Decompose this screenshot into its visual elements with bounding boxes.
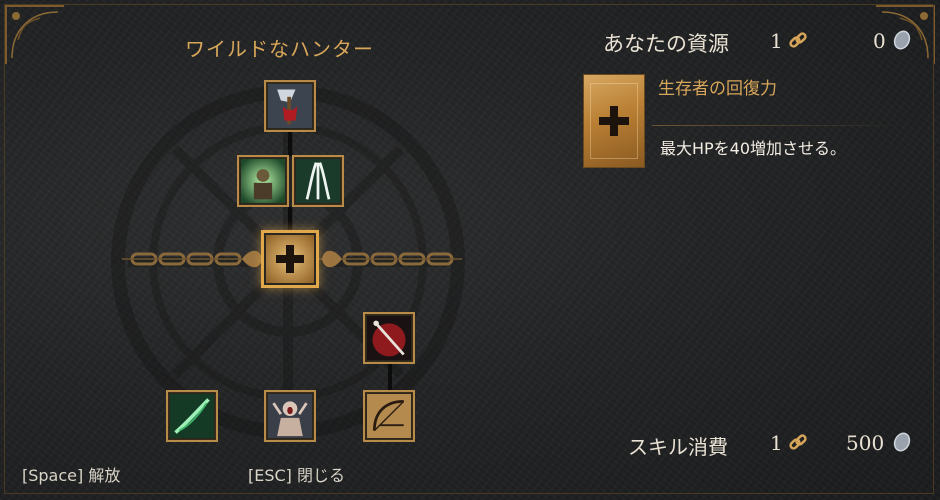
resources-skill-points: 1	[770, 29, 783, 53]
selected-skill-description: 最大HPを40増加させる。	[660, 139, 847, 158]
white-claws-icon	[296, 159, 340, 203]
skill-node-screaming-beast[interactable]	[264, 390, 316, 442]
skill-node-green-bow[interactable]	[166, 390, 218, 442]
skill-cost-label: スキル消費	[628, 435, 728, 459]
screaming-figure-icon	[268, 394, 312, 438]
resources-label: あなたの資源	[603, 32, 729, 56]
chain-link-icon	[789, 434, 807, 450]
connector-line	[288, 130, 292, 156]
red-arrow-icon	[367, 316, 411, 360]
unlock-hint[interactable]: [Space] 解放	[22, 462, 120, 486]
skill-cost-silver: 500	[846, 431, 885, 455]
connector-line	[288, 207, 292, 231]
divider	[652, 125, 910, 126]
skill-node-white-claws[interactable]	[292, 155, 344, 207]
skill-node-red-arrow[interactable]	[363, 312, 415, 364]
resources-silver: 0	[873, 29, 886, 53]
skill-tree-screen: ワイルドなハンター あなたの資源 1 0 生存者の回復力 最大HPを40増加させ…	[0, 0, 940, 500]
plus-cross-icon	[266, 235, 314, 283]
green-bow-icon	[170, 394, 214, 438]
skill-cost-points: 1	[770, 431, 783, 455]
close-hint[interactable]: [ESC] 閉じる	[248, 462, 345, 486]
skill-node-bloody-axe[interactable]	[264, 80, 316, 132]
silver-coin-icon	[893, 30, 911, 50]
silver-coin-icon	[893, 432, 911, 452]
selected-skill-title: 生存者の回復力	[658, 79, 777, 99]
bloody-axe-icon	[268, 84, 312, 128]
skill-node-green-warrior[interactable]	[237, 155, 289, 207]
skill-node-survivor-recovery[interactable]	[261, 230, 319, 288]
chain-link-icon	[789, 32, 807, 48]
bow-outline-icon	[367, 394, 411, 438]
ornament-corner-left	[5, 5, 64, 64]
green-aura-warrior-icon	[241, 159, 285, 203]
selected-skill-icon	[583, 74, 645, 168]
plus-cross-icon	[599, 106, 629, 136]
skill-tree-title: ワイルドなハンター	[185, 37, 374, 61]
connector-line	[388, 362, 392, 390]
skill-node-bow-outline[interactable]	[363, 390, 415, 442]
